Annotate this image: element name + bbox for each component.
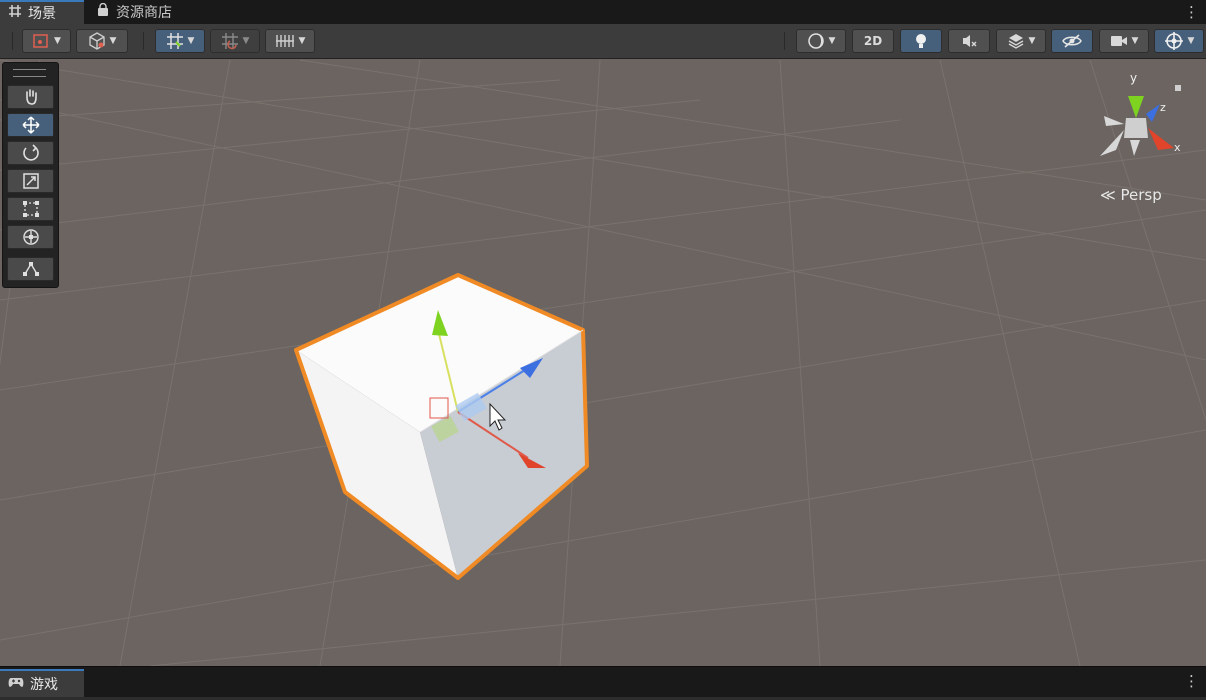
chevron-down-icon: ▼ xyxy=(109,36,117,46)
tab-asset-store[interactable]: 资源商店 xyxy=(88,0,198,24)
toolbar-separator xyxy=(12,32,13,50)
grid-lines-icon xyxy=(275,35,294,47)
orientation-gizmo xyxy=(1100,85,1181,156)
grid-snapping-dropdown[interactable]: ▼ xyxy=(155,29,205,53)
hand-tool[interactable] xyxy=(7,85,54,109)
increment-snap-icon xyxy=(221,33,238,50)
camera-settings-dropdown[interactable]: ▼ xyxy=(1099,29,1149,53)
game-tab-menu-kebab-icon[interactable]: ⋮ xyxy=(1184,672,1199,690)
chevron-down-icon: ▼ xyxy=(1187,36,1195,46)
gizmos-globe-icon xyxy=(1164,32,1183,50)
rect-transform-icon xyxy=(22,201,39,217)
eye-hidden-icon xyxy=(1062,34,1082,48)
chevron-down-icon: ▼ xyxy=(187,36,195,46)
chevron-down-icon: ▼ xyxy=(242,36,250,46)
render-mode-dropdown[interactable]: ▼ xyxy=(76,29,128,53)
scene-viewport[interactable]: x y z xyxy=(0,59,1206,666)
scene-grid-icon xyxy=(8,4,22,22)
shopping-bag-icon xyxy=(96,2,110,21)
scale-tool[interactable] xyxy=(7,169,54,193)
hand-icon xyxy=(25,89,37,105)
gizmo-draw-mode-dropdown[interactable]: ▼ xyxy=(22,29,71,53)
transform-icon xyxy=(22,229,39,245)
audio-mute-icon xyxy=(963,35,977,47)
cube-wireframe-icon xyxy=(88,32,105,50)
gizmo-z-label: z xyxy=(1160,101,1166,114)
tab-menu-kebab-icon[interactable]: ⋮ xyxy=(1184,3,1199,21)
tab-scene-label: 场景 xyxy=(28,6,56,22)
layers-icon xyxy=(1008,34,1023,49)
transform-tool[interactable] xyxy=(7,225,54,249)
chevron-down-icon: ▼ xyxy=(54,36,61,46)
2d-toggle-button[interactable]: 2D xyxy=(852,29,894,53)
chevron-down-icon: ▼ xyxy=(1028,36,1036,46)
draw-mode-icon xyxy=(33,34,48,48)
custom-tool[interactable] xyxy=(7,257,54,281)
scene-canvas xyxy=(0,59,1206,666)
camera-icon xyxy=(1110,36,1127,46)
light-bulb-icon xyxy=(916,34,926,48)
tab-asset-store-label: 资源商店 xyxy=(116,5,172,21)
gamepad-icon xyxy=(8,676,24,692)
perspective-icon: ≪ xyxy=(1100,186,1116,204)
rect-tool[interactable] xyxy=(7,197,54,221)
editor-tab-bar: 场景 资源商店 ⋮ xyxy=(0,0,1206,25)
tab-scene[interactable]: 场景 xyxy=(0,0,84,24)
gizmo-x-label: x xyxy=(1174,141,1181,154)
projection-toggle[interactable]: ≪ Persp xyxy=(1100,186,1162,204)
grid-visibility-dropdown[interactable]: ▼ xyxy=(265,29,315,53)
incremental-snap-dropdown[interactable]: ▼ xyxy=(210,29,260,53)
game-tab-bar: 游戏 ⋮ xyxy=(0,666,1206,700)
rotate-tool[interactable] xyxy=(7,141,54,165)
tab-game[interactable]: 游戏 xyxy=(0,669,84,697)
gizmos-dropdown[interactable]: ▼ xyxy=(1154,29,1204,53)
lighting-toggle-button[interactable] xyxy=(900,29,942,53)
toolbar-separator xyxy=(143,32,144,50)
projection-label: Persp xyxy=(1120,186,1162,204)
chevron-down-icon: ▼ xyxy=(298,36,306,46)
custom-editor-tool-icon xyxy=(22,262,39,276)
sphere-icon xyxy=(807,33,824,49)
scene-visibility-toggle[interactable] xyxy=(1051,29,1093,53)
ground-grid xyxy=(0,59,1206,666)
tool-overlay-panel xyxy=(2,62,59,288)
move-tool[interactable] xyxy=(7,113,54,137)
toolbar-separator xyxy=(784,32,785,50)
effects-dropdown[interactable]: ▼ xyxy=(996,29,1046,53)
gizmo-y-label: y xyxy=(1130,71,1138,85)
scale-icon xyxy=(22,173,39,189)
scene-toolbar: ▼ ▼ ▼ ▼ ▼ ▼ 2D ▼ ▼ ▼ xyxy=(0,24,1206,59)
chevron-down-icon: ▼ xyxy=(828,36,836,46)
move-arrows-icon xyxy=(21,116,40,134)
tab-game-label: 游戏 xyxy=(30,677,58,693)
panel-drag-handle[interactable] xyxy=(13,69,46,77)
audio-toggle-button[interactable] xyxy=(948,29,990,53)
2d-toggle-label: 2D xyxy=(863,34,883,48)
grid-snap-icon xyxy=(166,33,183,49)
chevron-down-icon: ▼ xyxy=(1131,36,1139,46)
rotate-icon xyxy=(22,144,39,161)
shading-mode-dropdown[interactable]: ▼ xyxy=(796,29,846,53)
